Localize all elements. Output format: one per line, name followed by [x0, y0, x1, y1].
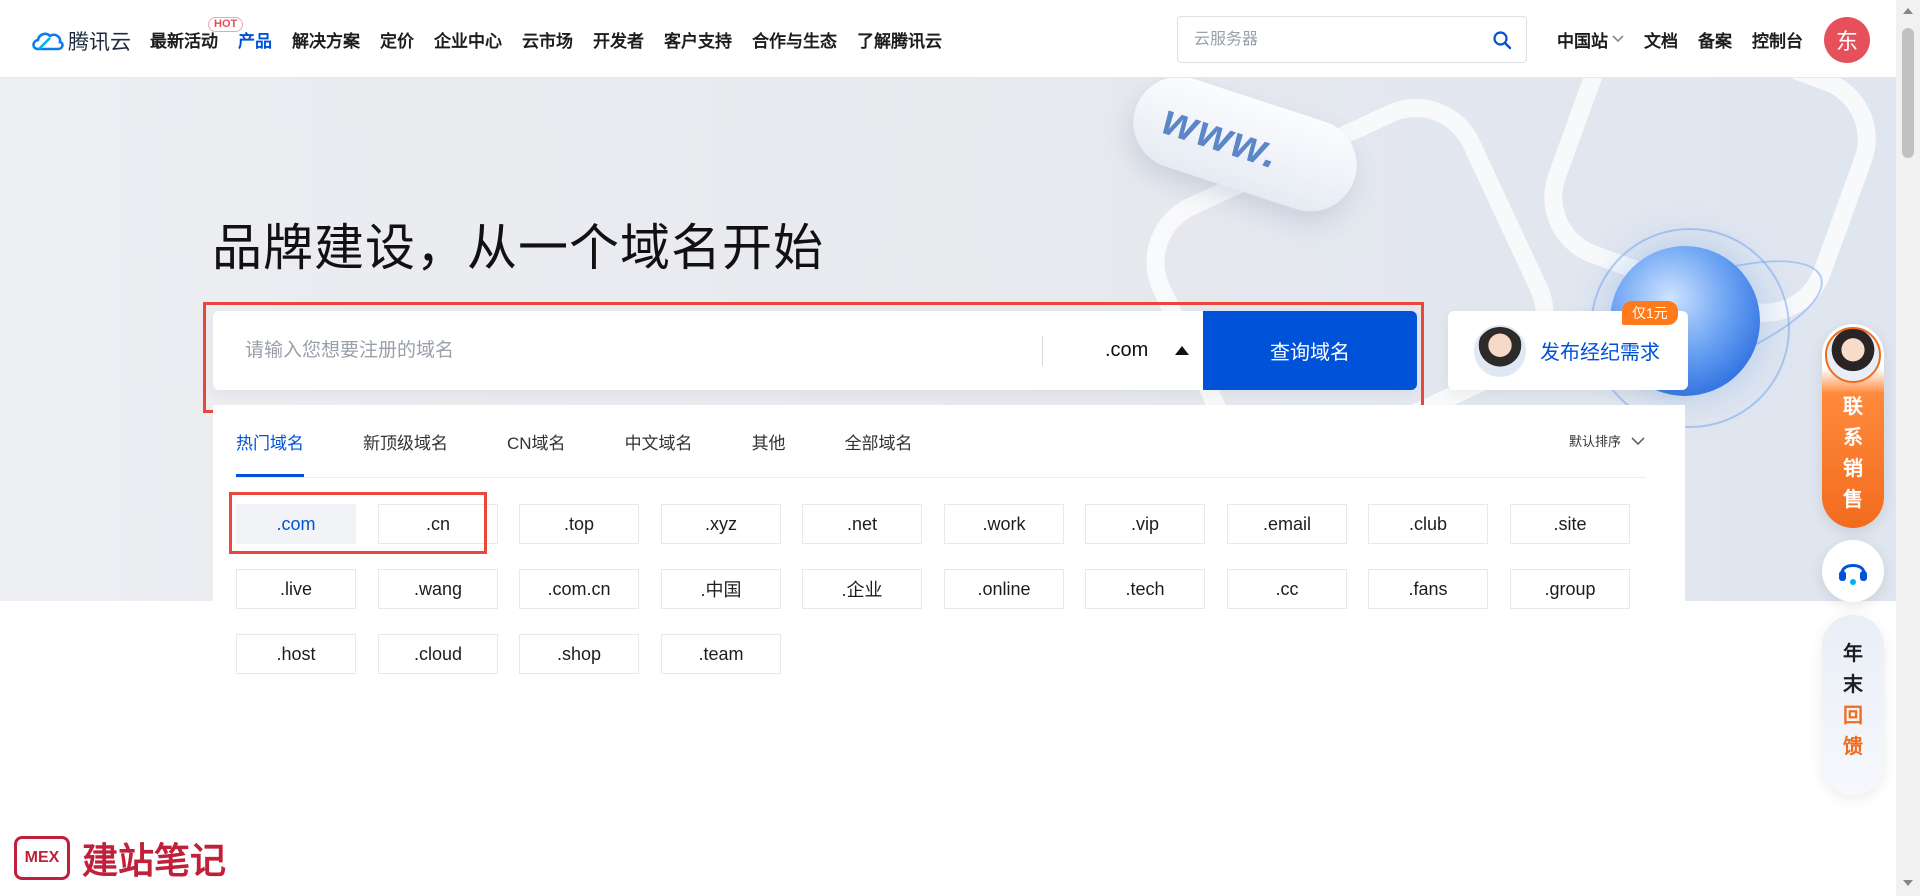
domain-suffix-chip[interactable]: .tech — [1085, 569, 1205, 609]
char: 联 — [1843, 396, 1863, 418]
nav-solutions[interactable]: 解决方案 — [292, 27, 360, 52]
nav-marketplace[interactable]: 云市场 — [522, 27, 573, 52]
tab-new-tld[interactable]: 新顶级域名 — [363, 405, 448, 477]
domain-suffix-panel: 热门域名 新顶级域名 CN域名 中文域名 其他 全部域名 默认排序 .com .c… — [213, 405, 1685, 896]
char: 馈 — [1843, 736, 1863, 758]
domain-suffix-chip[interactable]: .com.cn — [519, 569, 639, 609]
cloud-logo-icon — [32, 32, 64, 51]
domain-suffix-chip[interactable]: .work — [944, 504, 1064, 544]
chevron-down-icon — [1612, 35, 1624, 43]
domain-suffix-chip[interactable]: .企业 — [802, 569, 922, 609]
tab-chinese-domains[interactable]: 中文域名 — [625, 405, 693, 477]
divider — [236, 477, 1646, 478]
highlight-frame-chips — [229, 492, 487, 554]
domain-suffix-chip[interactable]: .top — [519, 504, 639, 544]
tab-cn-domains[interactable]: CN域名 — [507, 405, 566, 477]
tab-hot-domains[interactable]: 热门域名 — [236, 405, 304, 477]
tab-all-domains[interactable]: 全部域名 — [845, 405, 913, 477]
nav-pricing[interactable]: 定价 — [380, 27, 414, 52]
tab-other[interactable]: 其他 — [752, 405, 786, 477]
nav-ecosystem[interactable]: 合作与生态 — [752, 27, 837, 52]
char: 回 — [1843, 705, 1863, 727]
domain-suffix-chip[interactable]: .cc — [1227, 569, 1347, 609]
scroll-up-icon[interactable] — [1903, 8, 1913, 14]
page-title: 品牌建设，从一个域名开始 — [212, 219, 824, 277]
nav-products-label: 产品 — [238, 31, 272, 51]
top-navbar: 腾讯云 最新活动 产品 HOT 解决方案 定价 企业中心 云市场 开发者 客户支… — [0, 0, 1896, 78]
hot-badge: HOT — [208, 16, 244, 32]
nav-docs[interactable]: 文档 — [1644, 27, 1678, 52]
contact-sales-widget[interactable]: 联 系 销 售 — [1822, 324, 1884, 528]
nav-developer[interactable]: 开发者 — [593, 27, 644, 52]
watermark-text: 建站笔记 — [82, 840, 227, 882]
domain-suffix-chip[interactable]: .wang — [378, 569, 498, 609]
agent-avatar — [1474, 324, 1526, 377]
domain-suffix-chip[interactable]: .email — [1227, 504, 1347, 544]
domain-suffix-chip[interactable]: .group — [1510, 569, 1630, 609]
chevron-down-icon — [1631, 436, 1645, 445]
domain-suffix-chip[interactable]: .team — [661, 634, 781, 674]
contact-sales-text: 联 系 销 售 — [1822, 392, 1884, 516]
char: 年 — [1843, 643, 1863, 665]
domain-suffix-chip[interactable]: .host — [236, 634, 356, 674]
nav-console[interactable]: 控制台 — [1752, 27, 1803, 52]
region-label: 中国站 — [1557, 31, 1608, 51]
domain-suffix-chip[interactable]: .fans — [1368, 569, 1488, 609]
char: 售 — [1843, 489, 1863, 511]
global-search — [1177, 16, 1527, 63]
domain-suffix-chip[interactable]: .site — [1510, 504, 1630, 544]
year-end-text: 年 末 回 馈 — [1822, 639, 1884, 763]
nav-enterprise[interactable]: 企业中心 — [434, 27, 502, 52]
nav-latest-events[interactable]: 最新活动 — [150, 27, 218, 52]
nav-about[interactable]: 了解腾讯云 — [857, 27, 942, 52]
suffix-tabs: 热门域名 新顶级域名 CN域名 中文域名 其他 全部域名 — [236, 405, 913, 477]
sort-label: 默认排序 — [1568, 434, 1621, 449]
logo-text: 腾讯云 — [68, 31, 131, 54]
domain-suffix-chip[interactable]: .中国 — [661, 569, 781, 609]
scroll-thumb[interactable] — [1902, 28, 1914, 158]
price-badge: 仅1元 — [1622, 301, 1678, 325]
customer-service-button[interactable] — [1822, 540, 1884, 602]
right-nav: 中国站 文档 备案 控制台 — [1557, 0, 1823, 78]
domain-suffix-chip[interactable]: .vip — [1085, 504, 1205, 544]
search-icon[interactable] — [1492, 30, 1512, 50]
sort-dropdown[interactable]: 默认排序 — [1569, 431, 1645, 450]
char: 销 — [1843, 458, 1863, 480]
broker-label: 发布经纪需求 — [1540, 342, 1660, 364]
domain-suffix-chip[interactable]: .xyz — [661, 504, 781, 544]
page-scrollbar[interactable] — [1896, 0, 1920, 896]
global-search-input[interactable] — [1178, 17, 1468, 62]
char: 系 — [1843, 427, 1863, 449]
headset-icon — [1839, 564, 1867, 585]
region-selector[interactable]: 中国站 — [1557, 27, 1624, 52]
watermark: MEX 建站笔记 — [14, 832, 226, 884]
tencent-cloud-logo[interactable]: 腾讯云 — [30, 26, 131, 56]
nav-support[interactable]: 客户支持 — [664, 27, 732, 52]
domain-suffix-chip[interactable]: .live — [236, 569, 356, 609]
scroll-down-icon[interactable] — [1903, 880, 1913, 886]
user-avatar[interactable]: 东 — [1824, 17, 1870, 63]
domain-suffix-chip[interactable]: .cloud — [378, 634, 498, 674]
sales-avatar — [1825, 327, 1881, 383]
char: 末 — [1843, 674, 1863, 696]
main-nav: 最新活动 产品 HOT 解决方案 定价 企业中心 云市场 开发者 客户支持 合作… — [150, 0, 962, 78]
domain-suffix-chip[interactable]: .shop — [519, 634, 639, 674]
nav-filing[interactable]: 备案 — [1698, 27, 1732, 52]
nav-products[interactable]: 产品 HOT — [208, 16, 272, 52]
domain-suffix-chip[interactable]: .club — [1368, 504, 1488, 544]
year-end-promo[interactable]: 年 末 回 馈 — [1822, 615, 1884, 795]
watermark-logo: MEX — [14, 836, 70, 880]
domain-suffix-chip[interactable]: .net — [802, 504, 922, 544]
highlight-frame-search — [203, 302, 1424, 413]
domain-suffix-chip[interactable]: .online — [944, 569, 1064, 609]
